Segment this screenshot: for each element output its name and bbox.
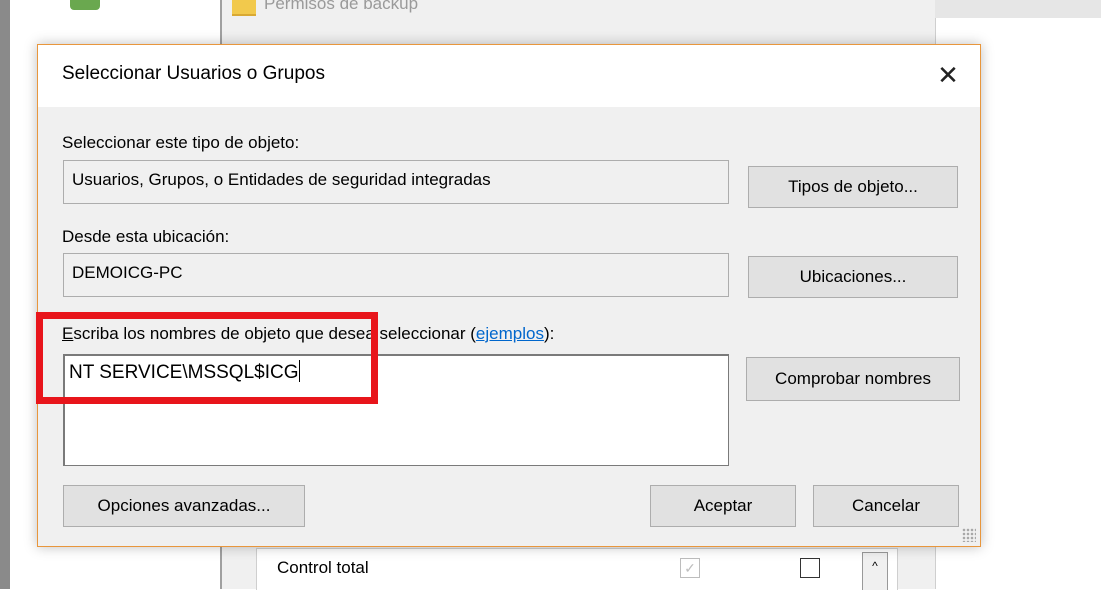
dialog-title: Seleccionar Usuarios o Grupos	[62, 63, 325, 84]
object-types-button[interactable]: Tipos de objeto...	[748, 166, 958, 208]
permission-label-full-control: Control total	[277, 558, 369, 577]
location-field: DEMOICG-PC	[63, 253, 729, 297]
background-toolbar-stripe	[935, 0, 1101, 18]
examples-link[interactable]: ejemplos	[476, 324, 544, 343]
permission-deny-checkbox[interactable]	[800, 558, 820, 578]
check-names-button[interactable]: Comprobar nombres	[746, 357, 960, 401]
cancel-button[interactable]: Cancelar	[813, 485, 959, 527]
dialog-titlebar: Seleccionar Usuarios o Grupos ✕	[38, 45, 980, 107]
scroll-up-arrow-icon[interactable]: ^	[862, 552, 888, 590]
object-type-label: Seleccionar este tipo de objeto:	[62, 133, 300, 152]
resize-grip-icon[interactable]	[962, 528, 976, 542]
background-folder-label: Permisos de backup	[264, 0, 419, 13]
background-green-icon	[70, 0, 100, 10]
permission-allow-checkbox[interactable]: ✓	[680, 558, 700, 578]
object-type-field: Usuarios, Grupos, o Entidades de segurid…	[63, 160, 729, 204]
location-label: Desde esta ubicación:	[62, 227, 230, 246]
locations-button[interactable]: Ubicaciones...	[748, 256, 958, 298]
background-window-edge	[0, 0, 10, 589]
select-users-or-groups-dialog: Seleccionar Usuarios o Grupos ✕ Seleccio…	[37, 44, 981, 547]
advanced-options-button[interactable]: Opciones avanzadas...	[63, 485, 305, 527]
ok-button[interactable]: Aceptar	[650, 485, 796, 527]
close-icon[interactable]: ✕	[930, 57, 966, 93]
folder-icon	[232, 0, 256, 16]
red-highlight-annotation	[36, 312, 378, 404]
object-names-label-end: ):	[543, 324, 555, 343]
